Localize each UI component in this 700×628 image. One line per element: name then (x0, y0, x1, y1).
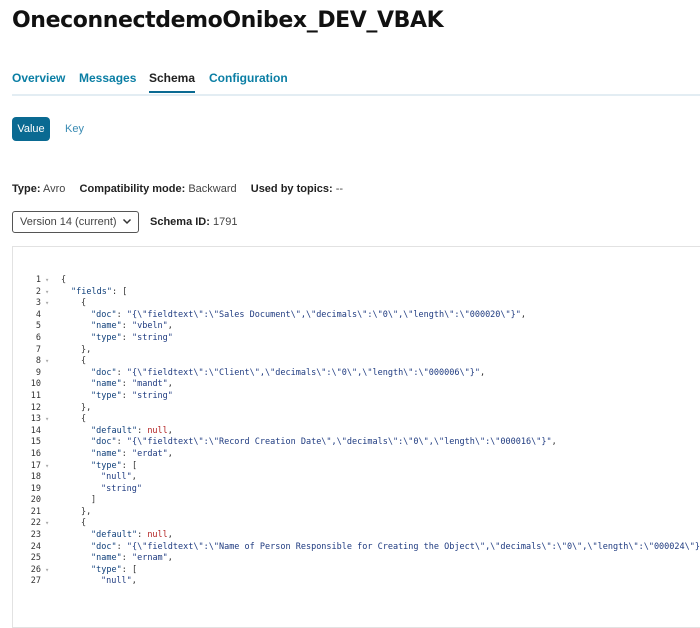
code-text: "null", (101, 576, 137, 587)
line-number: 27 (30, 576, 41, 587)
code-text: { (81, 518, 87, 529)
code-text: }, (81, 402, 92, 413)
code-text: "doc": "{\"fieldtext\":\"Client\",\"deci… (91, 367, 486, 378)
line-number: 13 (30, 414, 41, 425)
fold-toggle-icon[interactable]: ▾ (45, 287, 49, 299)
line-number: 10 (30, 379, 41, 390)
fold-toggle-icon[interactable]: ▾ (45, 518, 49, 530)
tab-overview[interactable]: Overview (12, 71, 65, 91)
code-text: "name": "mandt", (91, 379, 173, 390)
line-number: 19 (30, 483, 41, 494)
line-number: 22 (30, 518, 41, 529)
code-text: "name": "ernam", (91, 553, 173, 564)
line-number: 25 (30, 553, 41, 564)
tab-bar: Overview Messages Schema Configuration (12, 66, 700, 96)
line-number: 14 (30, 425, 41, 436)
line-number: 5 (35, 321, 41, 332)
line-number: 1 (35, 275, 41, 285)
code-text: "type": "string" (91, 332, 173, 343)
line-number: 24 (30, 541, 41, 552)
value-toggle-button[interactable]: Value (12, 117, 50, 141)
used-by-label: Used by topics: (250, 183, 333, 195)
code-text: }, (81, 506, 92, 517)
used-by-value: -- (335, 183, 344, 195)
code-text: { (81, 298, 87, 309)
chevron-down-icon (122, 218, 132, 225)
line-number: 12 (30, 402, 41, 413)
line-number: 16 (30, 448, 41, 459)
code-text: "default": null, (91, 530, 173, 541)
code-text: "type": "string" (91, 390, 173, 401)
type-label: Type: (12, 183, 41, 195)
code-text: "fields": [ (71, 286, 128, 297)
code-text: "default": null, (91, 425, 173, 436)
line-number: 9 (35, 367, 41, 378)
line-number: 8 (35, 356, 41, 367)
fold-toggle-icon[interactable]: ▾ (45, 414, 49, 426)
schema-id: Schema ID: 1791 (150, 216, 237, 228)
version-select[interactable]: Version 14 (current) (12, 211, 139, 233)
compat-value: Backward (188, 183, 237, 195)
code-text: ] (91, 495, 97, 506)
fold-toggle-icon[interactable]: ▾ (45, 275, 49, 287)
fold-toggle-icon[interactable]: ▾ (45, 565, 49, 577)
line-number: 18 (30, 472, 41, 483)
code-text: { (81, 414, 87, 425)
schema-meta: Type: Avro Compatibility mode: Backward … (12, 183, 343, 195)
code-text: { (81, 356, 87, 367)
type-value: Avro (42, 183, 66, 195)
compat-label: Compatibility mode: (79, 183, 186, 195)
line-number: 20 (30, 495, 41, 506)
line-number: 6 (35, 332, 41, 343)
schema-id-value: 1791 (212, 216, 238, 228)
fold-toggle-icon[interactable]: ▾ (45, 298, 49, 310)
code-text: "doc": "{\"fieldtext\":\"Record Creation… (91, 437, 557, 448)
line-number: 17 (30, 460, 41, 471)
code-text: "name": "erdat", (91, 448, 173, 459)
code-text: "null", (101, 472, 137, 483)
line-number: 7 (35, 344, 41, 355)
line-number: 4 (35, 309, 41, 320)
tab-schema[interactable]: Schema (149, 71, 196, 93)
line-number: 11 (30, 390, 41, 401)
line-number: 3 (35, 298, 41, 309)
tab-configuration[interactable]: Configuration (209, 71, 288, 91)
code-text: }, (81, 344, 92, 355)
line-number: 2 (35, 286, 41, 297)
fold-toggle-icon[interactable]: ▾ (45, 461, 49, 473)
schema-id-label: Schema ID: (150, 216, 210, 228)
line-number: 21 (30, 506, 41, 517)
code-text: "doc": "{\"fieldtext\":\"Name of Person … (91, 541, 700, 552)
tab-messages[interactable]: Messages (79, 71, 136, 91)
code-text: "string" (101, 483, 142, 494)
key-toggle-button[interactable]: Key (57, 117, 92, 141)
schema-code-editor[interactable]: 1 ▾ {2 ▾ "fields": [ 3 ▾ {4 "doc": "{\"fieldtext… (12, 246, 700, 628)
line-number: 26 (30, 564, 41, 575)
code-text: "name": "vbeln", (91, 321, 173, 332)
line-number: 15 (30, 437, 41, 448)
fold-toggle-icon[interactable]: ▾ (45, 356, 49, 368)
code-text: "type": [ (91, 460, 138, 471)
page-title: OneconnectdemoOnibex_DEV_VBAK (12, 8, 444, 33)
code-text: { (61, 275, 67, 285)
code-text: "type": [ (91, 564, 138, 575)
version-select-value: Version 14 (current) (20, 216, 117, 228)
line-number: 23 (30, 530, 41, 541)
code-text: "doc": "{\"fieldtext\":\"Sales Document\… (91, 309, 527, 320)
